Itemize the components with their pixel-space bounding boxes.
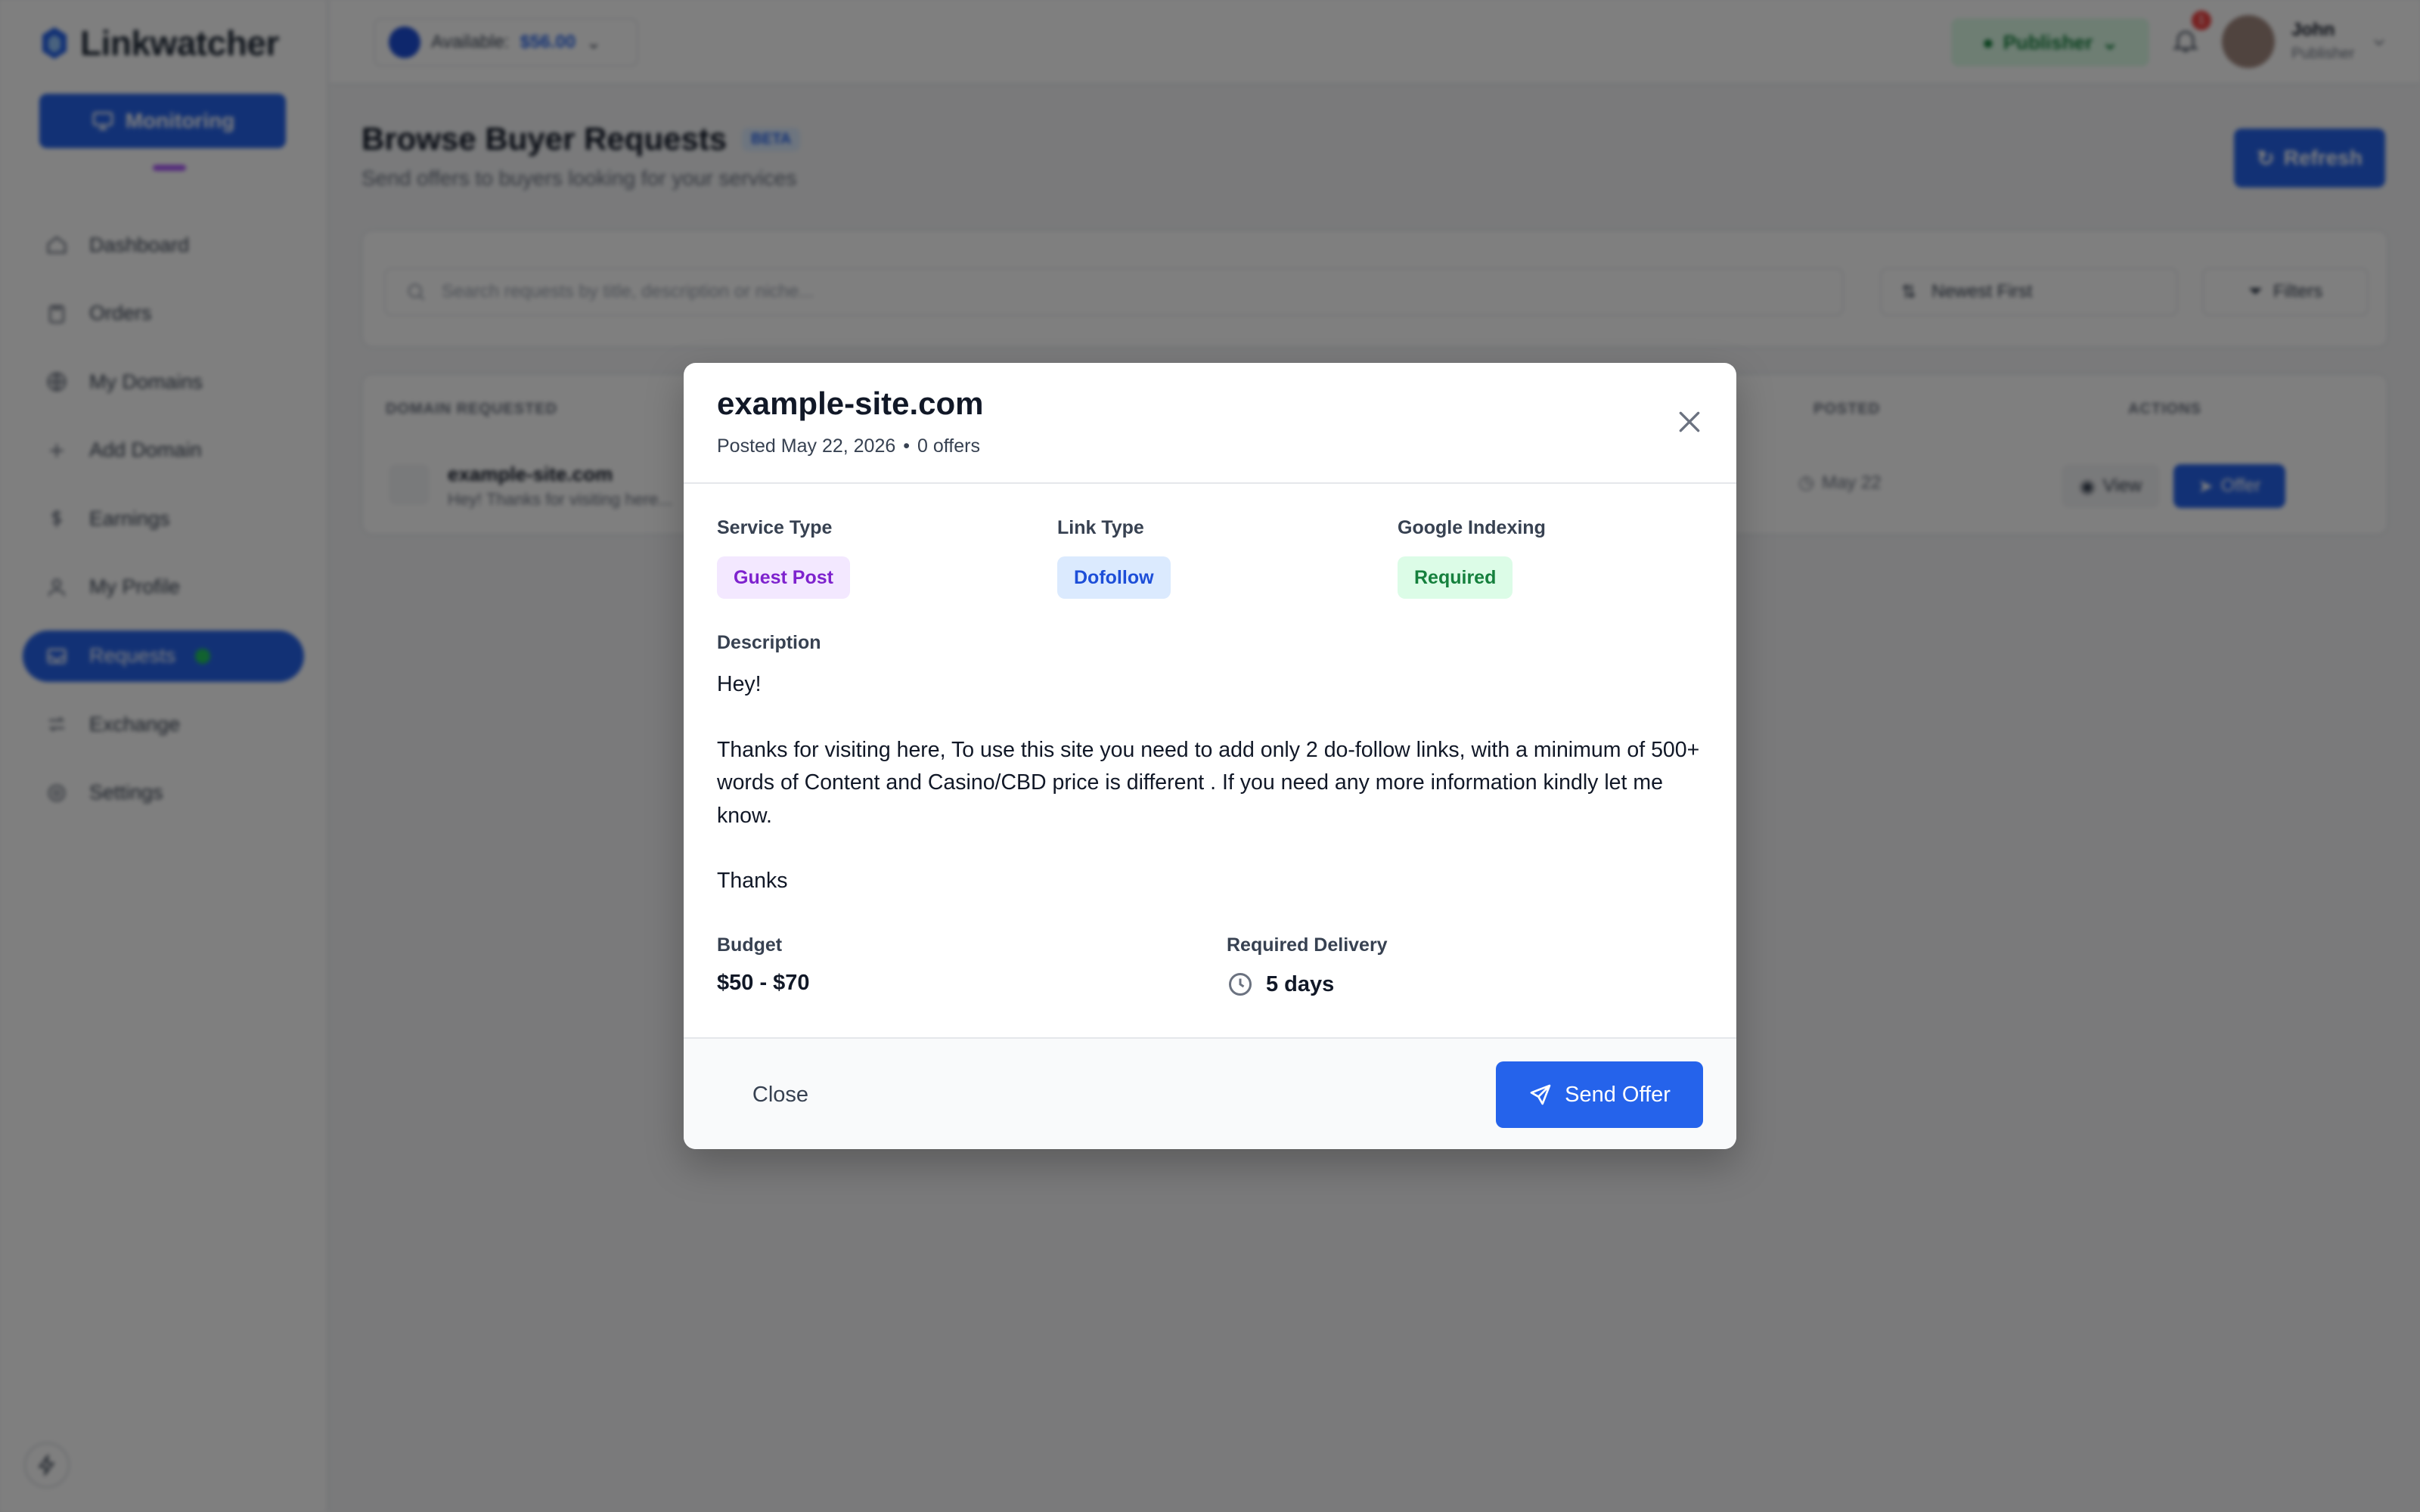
request-detail-modal: example-site.com Posted May 22, 2026 • 0…: [684, 363, 1736, 1149]
send-offer-button[interactable]: Send Offer: [1496, 1061, 1703, 1128]
send-offer-label: Send Offer: [1565, 1082, 1671, 1107]
indexing-label: Google Indexing: [1398, 517, 1546, 538]
description-label: Description: [717, 632, 821, 653]
send-icon: [1530, 1084, 1551, 1105]
description-text: Hey! Thanks for visiting here, To use th…: [717, 668, 1700, 898]
budget-amount: $50 - $70: [717, 971, 810, 995]
delivery-value: 5 days: [1227, 971, 1334, 998]
service-type-badge: Guest Post: [717, 556, 850, 599]
close-icon[interactable]: [1674, 407, 1705, 437]
modal-header: example-site.com Posted May 22, 2026 • 0…: [684, 363, 1736, 484]
offers-count: 0 offers: [917, 435, 980, 457]
modal-footer: Close Send Offer: [684, 1037, 1736, 1149]
budget-value: $50 - $70: [717, 971, 810, 996]
link-type-badge: Dofollow: [1057, 556, 1171, 599]
service-type-label: Service Type: [717, 517, 833, 538]
meta-separator: •: [903, 435, 911, 457]
link-type-label: Link Type: [1057, 517, 1144, 538]
modal-title: example-site.com: [717, 386, 984, 421]
description-line: Thanks: [717, 869, 788, 893]
budget-label: Budget: [717, 934, 783, 956]
modal-meta: Posted May 22, 2026 • 0 offers: [717, 435, 980, 457]
clock-icon: [1229, 973, 1252, 996]
description-line: Thanks for visiting here, To use this si…: [717, 737, 1700, 828]
delivery-days: 5 days: [1266, 971, 1335, 996]
description-line: Hey!: [717, 672, 762, 696]
indexing-badge: Required: [1398, 556, 1513, 599]
close-button[interactable]: Close: [717, 1067, 844, 1122]
posted-date: Posted May 22, 2026: [717, 435, 896, 457]
delivery-label: Required Delivery: [1227, 934, 1388, 956]
